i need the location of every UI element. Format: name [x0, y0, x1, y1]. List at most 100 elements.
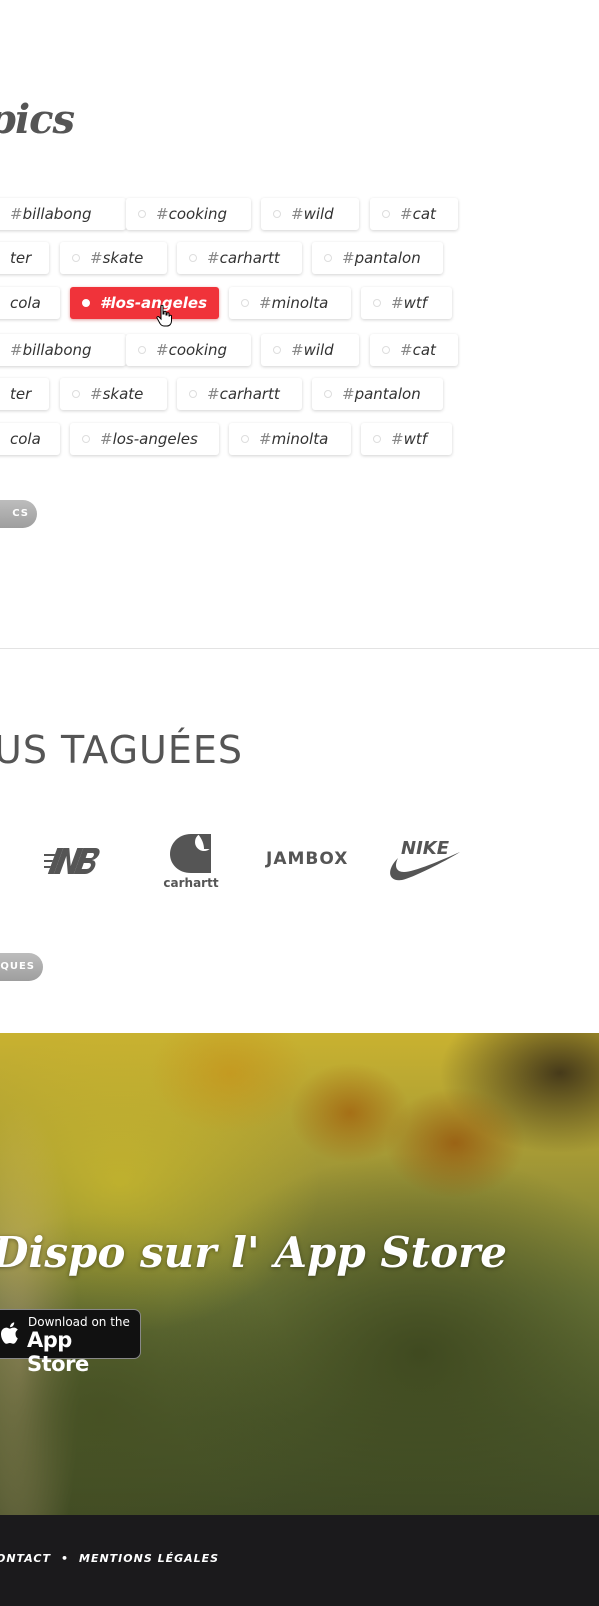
tag-radio-icon [373, 299, 381, 307]
tag-carhartt[interactable]: #carhartt [177, 242, 302, 274]
tag-ter[interactable]: ter [0, 242, 49, 274]
jambox-logo[interactable]: JAMBOX [266, 849, 348, 869]
tag-hash: # [291, 205, 304, 223]
tag-wild[interactable]: #wild [261, 198, 359, 230]
tag-radio-icon [189, 390, 197, 398]
tag-minolta[interactable]: #minolta [229, 287, 351, 319]
more-topics-label: CS [12, 508, 29, 519]
tag-pantalon[interactable]: #pantalon [312, 242, 443, 274]
tag-label: los-angeles [112, 430, 198, 448]
tag-hash: # [259, 430, 272, 448]
tag-cola[interactable]: cola [0, 423, 60, 455]
tag-radio-icon [82, 435, 90, 443]
tag-label: wild [303, 205, 334, 223]
hand-cursor-icon [156, 305, 172, 327]
tag-hash: # [100, 430, 113, 448]
tag-label: pantalon [354, 249, 421, 267]
tag-label: skate [102, 385, 144, 403]
tag-hash: # [156, 205, 169, 223]
tag-cooking[interactable]: #cooking [126, 334, 251, 366]
tag-minolta[interactable]: #minolta [229, 423, 351, 455]
tag-label: cat [412, 205, 436, 223]
tag-hash: # [10, 341, 23, 359]
tag-label: billabong [22, 205, 92, 223]
nike-swoosh-icon [390, 852, 460, 881]
tag-wtf[interactable]: #wtf [361, 423, 452, 455]
tag-cooking[interactable]: #cooking [126, 198, 251, 230]
tag-hash: # [90, 385, 103, 403]
tag-hash: # [391, 294, 404, 312]
carhartt-wordmark: carhartt [163, 876, 219, 890]
tag-label: wtf [403, 430, 428, 448]
tag-hash: # [342, 385, 355, 403]
footer-link-mentions-legales[interactable]: MENTIONS LÉGALES [79, 1552, 219, 1565]
tag-radio-icon [382, 346, 390, 354]
topics-section [0, 0, 599, 648]
tag-hash: # [90, 249, 103, 267]
tag-radio-icon [324, 390, 332, 398]
tag-los-angeles[interactable]: #los-angeles [70, 423, 219, 455]
new-balance-logo[interactable] [44, 846, 104, 876]
tag-radio-icon [138, 346, 146, 354]
tag-carhartt[interactable]: #carhartt [177, 378, 302, 410]
tag-skate[interactable]: #skate [60, 242, 167, 274]
topics-title: pics [0, 96, 75, 143]
appstore-title: Dispo sur l' App Store [0, 1228, 507, 1277]
tag-hash: # [400, 205, 413, 223]
tag-radio-icon [138, 210, 146, 218]
badge-big-text: App Store [27, 1328, 89, 1376]
tag-skate[interactable]: #skate [60, 378, 167, 410]
tag-radio-icon [373, 435, 381, 443]
tag-hash: # [291, 341, 304, 359]
tag-cat[interactable]: #cat [370, 198, 458, 230]
tag-label: cola [10, 294, 41, 312]
footer-link-contact[interactable]: ONTACT [0, 1552, 51, 1565]
tag-radio-icon [241, 435, 249, 443]
tag-wild[interactable]: #wild [261, 334, 359, 366]
nike-logo[interactable]: NIKE [384, 838, 462, 884]
tag-los-angeles[interactable]: #los-angeles [70, 287, 219, 319]
tag-billabong[interactable]: #billabong [0, 198, 126, 230]
badge-small-text: Download on the [28, 1315, 130, 1329]
tag-label: skate [102, 249, 144, 267]
tag-label: wild [303, 341, 334, 359]
tag-label: carhartt [219, 249, 280, 267]
tag-radio-icon [382, 210, 390, 218]
carhartt-logo[interactable]: carhartt [160, 830, 222, 890]
more-brands-label: QUES [0, 961, 35, 972]
tag-label: billabong [22, 341, 92, 359]
tag-hash: # [391, 430, 404, 448]
tag-label: minolta [271, 294, 329, 312]
more-brands-button[interactable]: QUES [0, 953, 43, 981]
tag-radio-icon [189, 254, 197, 262]
tag-radio-icon [72, 390, 80, 398]
tag-billabong[interactable]: #billabong [0, 334, 126, 366]
tag-hash: # [259, 294, 272, 312]
tag-hash: # [207, 385, 220, 403]
app-store-badge[interactable]: Download on the App Store [0, 1309, 141, 1376]
tag-label: minolta [271, 430, 329, 448]
tag-label: cooking [168, 341, 228, 359]
tag-label: cooking [168, 205, 228, 223]
tag-label: wtf [403, 294, 428, 312]
tag-radio-icon [273, 210, 281, 218]
tag-hash: # [10, 205, 23, 223]
tag-radio-icon [273, 346, 281, 354]
tag-label: carhartt [219, 385, 280, 403]
section-divider [0, 648, 599, 649]
tag-label: cat [412, 341, 436, 359]
tag-radio-icon [82, 299, 90, 307]
more-topics-button[interactable]: CS [0, 500, 37, 528]
tag-pantalon[interactable]: #pantalon [312, 378, 443, 410]
tag-cat[interactable]: #cat [370, 334, 458, 366]
tag-hash: # [342, 249, 355, 267]
tag-label: pantalon [354, 385, 421, 403]
tag-label: ter [10, 385, 32, 403]
tag-cola[interactable]: cola [0, 287, 60, 319]
tag-wtf[interactable]: #wtf [361, 287, 452, 319]
tag-ter[interactable]: ter [0, 378, 49, 410]
tag-radio-icon [241, 299, 249, 307]
tag-radio-icon [72, 254, 80, 262]
brands-title: US TAGUÉES [0, 728, 244, 772]
apple-icon [1, 1322, 18, 1344]
